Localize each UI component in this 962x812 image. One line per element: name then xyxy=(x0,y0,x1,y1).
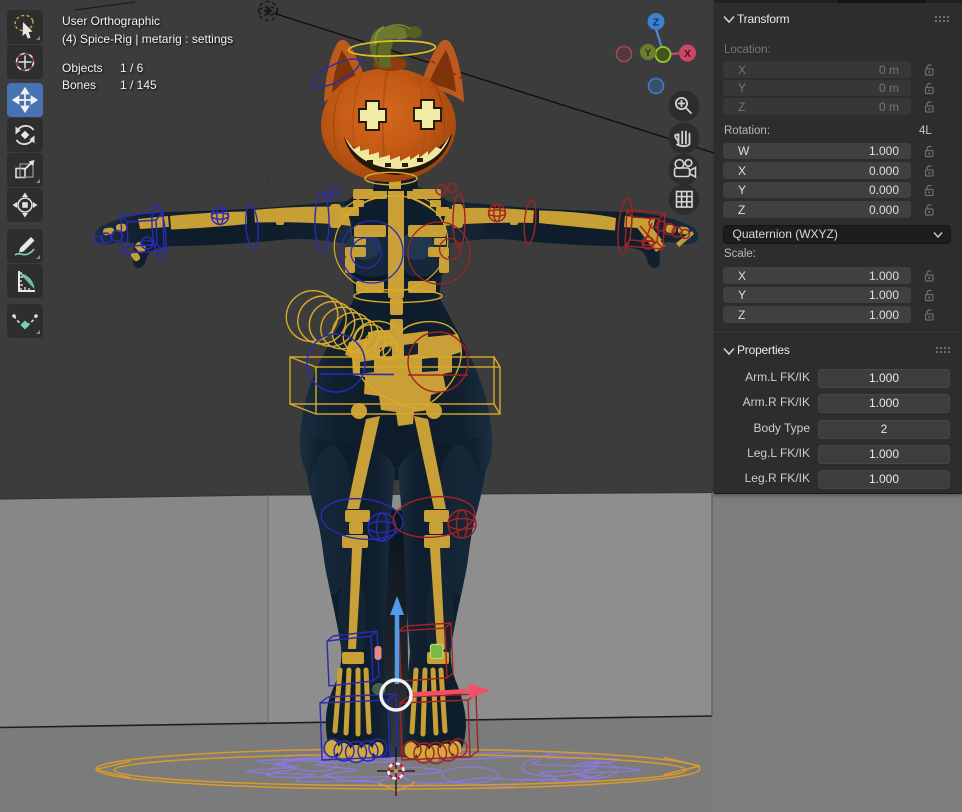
svg-text:Y: Y xyxy=(645,48,652,59)
svg-text:Z: Z xyxy=(653,17,660,29)
svg-text:X: X xyxy=(684,48,691,60)
